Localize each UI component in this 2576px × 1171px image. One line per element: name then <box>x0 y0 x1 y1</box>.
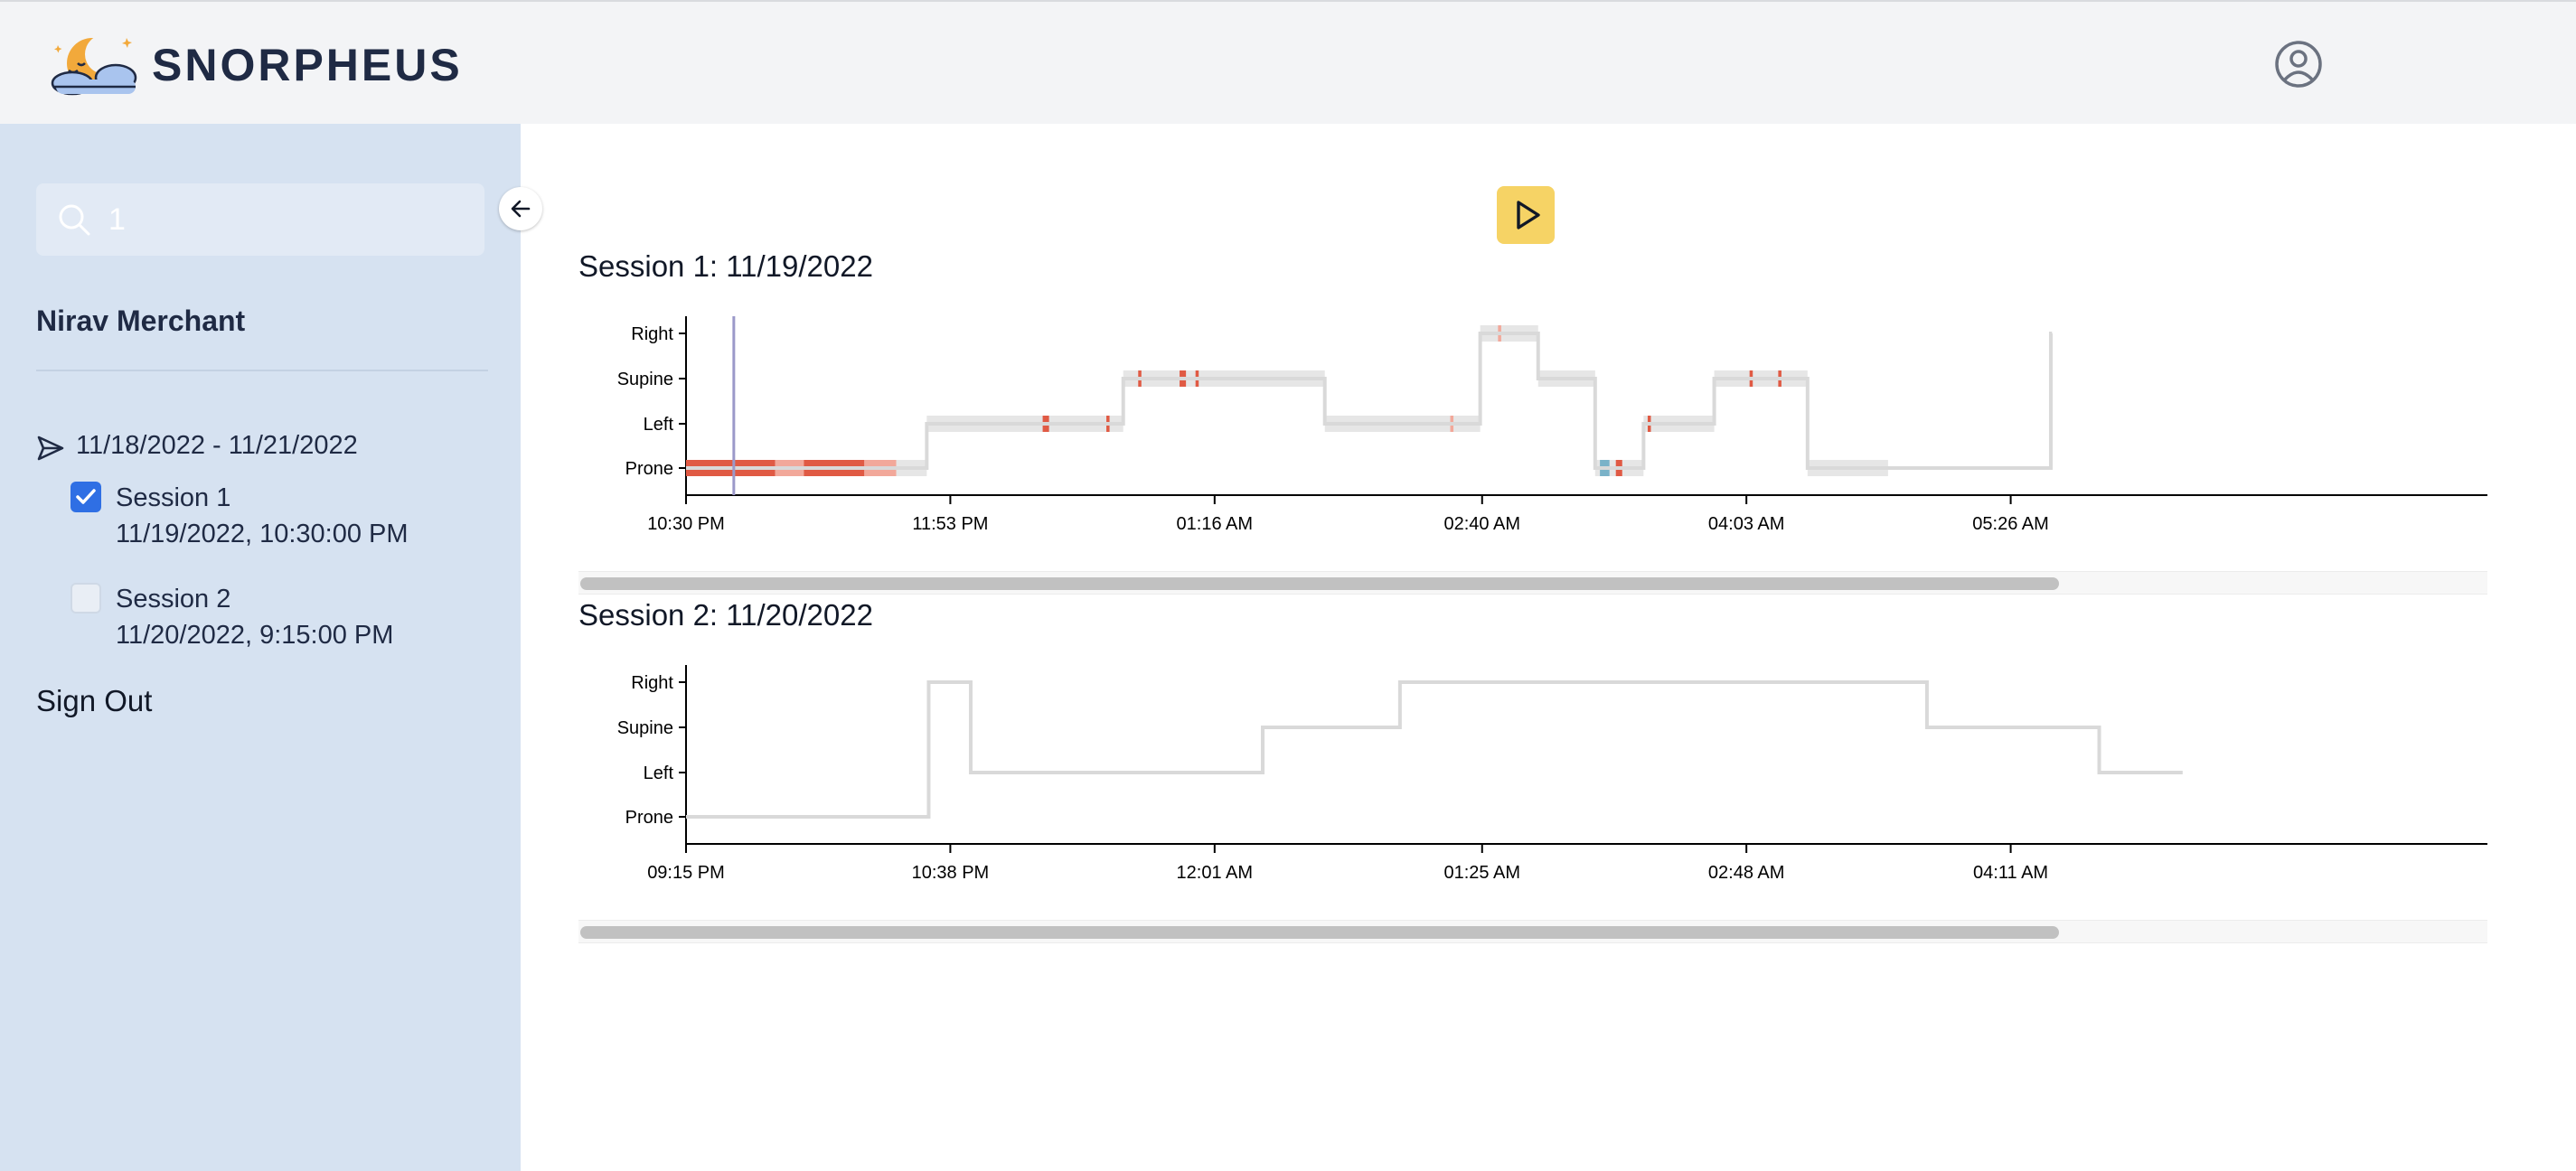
y-tick-label: Supine <box>617 718 673 738</box>
search-input[interactable] <box>108 192 470 247</box>
session-1-chart-scrollbar[interactable] <box>578 571 2487 595</box>
y-tick-label: Left <box>644 415 674 435</box>
divider <box>36 370 488 371</box>
sidebar: Nirav Merchant 11/18/2022 - 11/21/2022 S… <box>0 124 542 1171</box>
session-2-datetime: 11/20/2022, 9:15:00 PM <box>116 621 394 650</box>
x-tick-label: 02:48 AM <box>1708 863 1785 883</box>
y-tick-label: Right <box>631 673 673 693</box>
check-icon <box>76 489 96 504</box>
arrow-left-icon <box>511 200 531 218</box>
search-icon <box>59 204 90 236</box>
app-header: SNORPHEUS <box>0 0 2576 124</box>
scrollbar-thumb[interactable] <box>580 577 2059 590</box>
session-2-position-chart[interactable]: Prone Left Supine Right 09:15 PM 10:38 PM 12:0… <box>578 652 2487 887</box>
collapse-sidebar-button[interactable] <box>499 187 542 230</box>
x-tick-label: 05:26 AM <box>1972 514 2049 534</box>
session-2-title: Session 2 <box>116 585 231 614</box>
session-2-checkbox[interactable] <box>71 583 101 614</box>
y-tick-label: Prone <box>625 808 673 828</box>
x-tick-label: 01:25 AM <box>1443 863 1520 883</box>
session-1-title: Session 1 <box>116 483 231 512</box>
session-1-datetime: 11/19/2022, 10:30:00 PM <box>116 520 409 548</box>
user-circle-icon <box>2275 41 2322 88</box>
session-1-chart-title: Session 1: 11/19/2022 <box>578 249 873 283</box>
user-name: Nirav Merchant <box>36 304 246 337</box>
x-tick-label: 10:38 PM <box>912 863 990 883</box>
session-1-checkbox[interactable] <box>71 482 101 512</box>
y-tick-label: Supine <box>617 370 673 389</box>
position-step-line <box>686 680 2183 819</box>
x-tick-label: 04:03 AM <box>1708 514 1785 534</box>
x-tick-label: 02:40 AM <box>1443 514 1520 534</box>
search-box[interactable] <box>36 183 484 256</box>
y-tick-label: Left <box>644 763 674 783</box>
user-profile-button[interactable] <box>2274 40 2323 89</box>
x-tick-label: 10:30 PM <box>647 514 725 534</box>
date-range-label: 11/18/2022 - 11/21/2022 <box>76 431 358 460</box>
play-button[interactable] <box>1497 186 1555 244</box>
play-icon <box>1517 201 1540 230</box>
scrollbar-thumb[interactable] <box>580 926 2059 939</box>
sign-out-link[interactable]: Sign Out <box>36 684 152 718</box>
session-1-position-chart[interactable]: Prone Left Supine Right 10:30 PM 11:53 PM 01:1… <box>578 304 2487 539</box>
x-tick-label: 01:16 AM <box>1177 514 1254 534</box>
x-tick-label: 04:11 AM <box>1973 863 2048 883</box>
x-tick-label: 12:01 AM <box>1177 863 1254 883</box>
send-icon <box>37 436 64 461</box>
x-tick-label: 09:15 PM <box>647 863 725 883</box>
position-step-line <box>686 332 2053 470</box>
y-tick-label: Prone <box>625 459 673 479</box>
moon-cloud-logo-icon <box>51 34 137 96</box>
session-2-chart-title: Session 2: 11/20/2022 <box>578 598 873 632</box>
y-tick-label: Right <box>631 324 673 344</box>
session-2-chart-scrollbar[interactable] <box>578 920 2487 943</box>
x-tick-label: 11:53 PM <box>912 514 988 534</box>
brand-name: SNORPHEUS <box>152 40 463 90</box>
